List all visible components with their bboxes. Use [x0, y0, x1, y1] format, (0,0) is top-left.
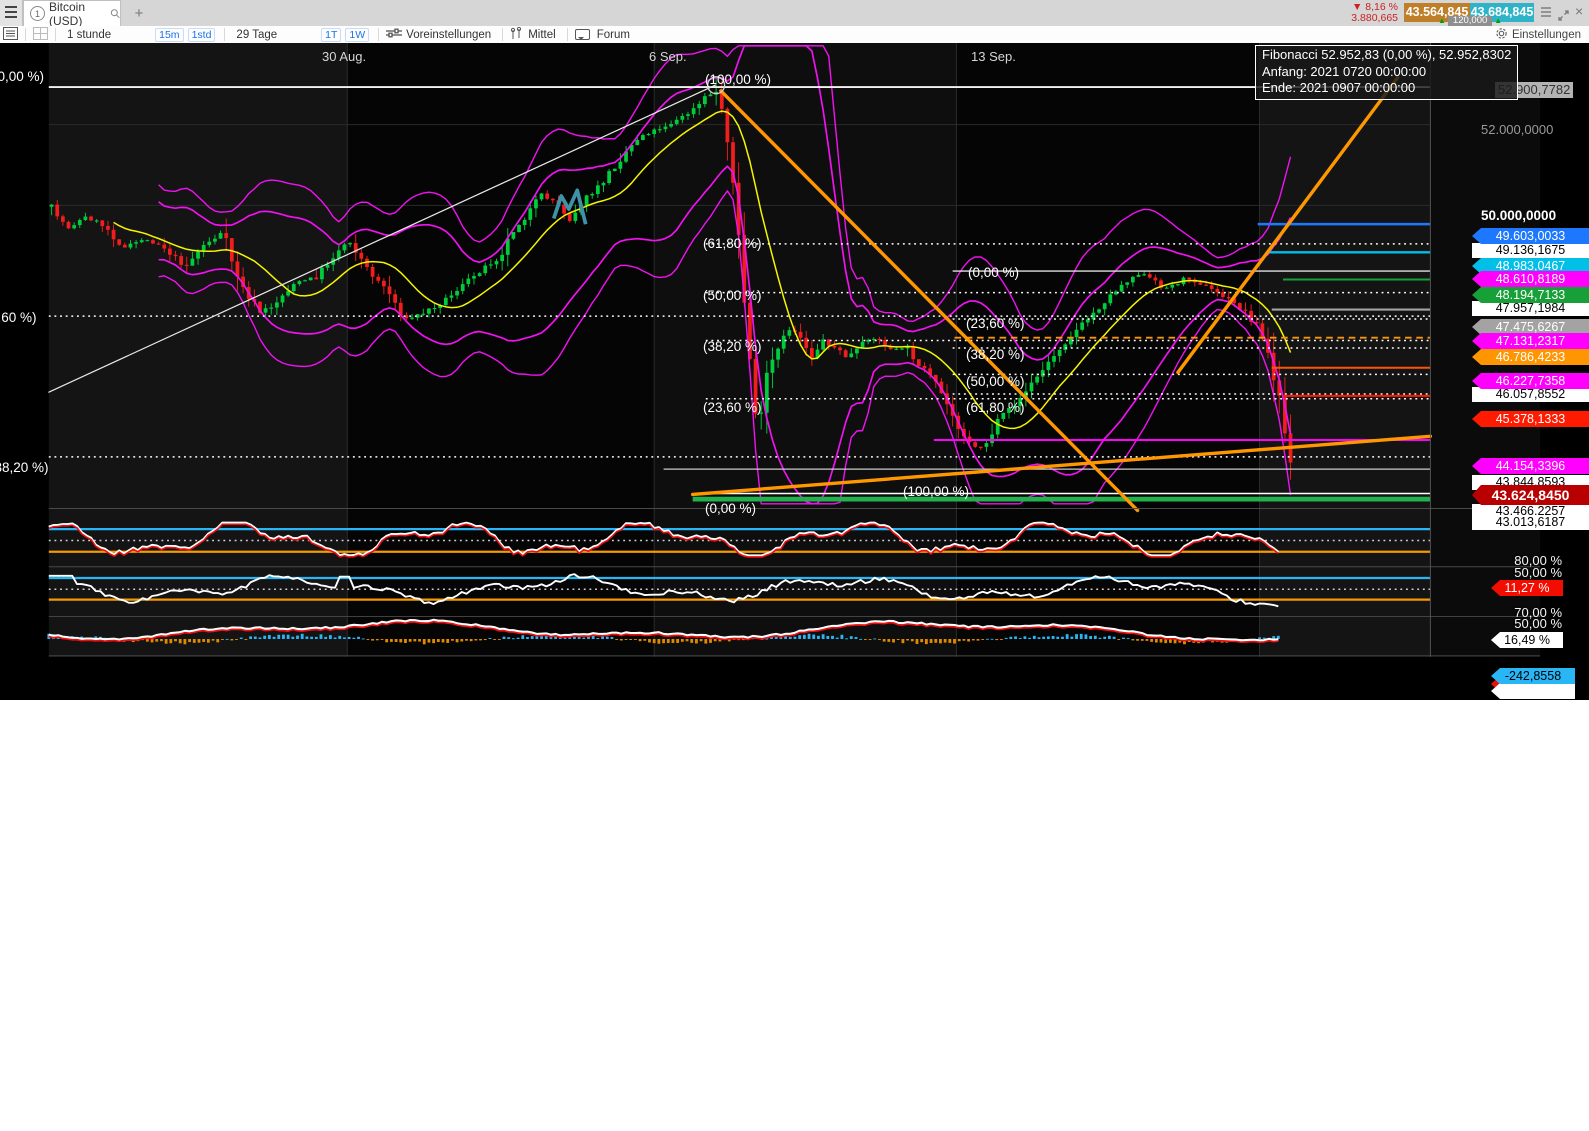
- range-select[interactable]: 29 Tage: [236, 29, 277, 41]
- fib-label: (23,60 %): [703, 400, 762, 415]
- chart-area[interactable]: 30 Aug. 6 Sep. 13 Sep. (0,00 %) (23,60 %) (38…: [0, 43, 1589, 700]
- chart-canvas[interactable]: [0, 43, 1589, 700]
- session-band: [1260, 43, 1431, 657]
- main-menu-button[interactable]: [0, 0, 23, 26]
- up-triangle-icon: ▲: [1494, 16, 1502, 26]
- tab-bar: 1 Bitcoin (USD) + ▼ 8,16 % 3.880,665 43.…: [0, 0, 1589, 27]
- watchlist-icon[interactable]: [3, 27, 18, 43]
- fib-label: (61,80 %): [703, 236, 762, 251]
- range-1w-button[interactable]: 1W: [345, 28, 369, 42]
- fib-label: (38,20 %): [703, 339, 762, 354]
- price-badge: 11,27 %: [1491, 580, 1563, 596]
- presets-sliders-icon[interactable]: [386, 27, 402, 42]
- volume-badge: 120,000: [1448, 16, 1492, 26]
- gear-icon[interactable]: [1495, 27, 1508, 43]
- price-badge: 49.603,0033: [1472, 228, 1589, 244]
- resize-icon[interactable]: [1558, 8, 1569, 26]
- fib-label: (23,60 %): [0, 310, 37, 325]
- quote-change: ▼ 8,16 % 3.880,665: [1344, 2, 1398, 24]
- fib-label: (50,00 %): [966, 374, 1025, 389]
- fib-label: (0,00 %): [968, 265, 1019, 280]
- price-badge: 45.378,1333: [1472, 411, 1589, 427]
- widget-menu-icon[interactable]: [1540, 5, 1552, 24]
- fib-label: (0,00 %): [0, 69, 44, 84]
- panel-percent-label: 50,00 %: [1514, 616, 1562, 631]
- fib-label: (38,20 %): [966, 347, 1025, 362]
- axis-tick: 50.000,0000: [1481, 208, 1556, 223]
- forum-button[interactable]: Forum: [597, 29, 630, 41]
- price-badge: 49.136,1675: [1472, 243, 1589, 258]
- indicators-icon[interactable]: [510, 27, 524, 43]
- price-badge: 48.610,8189: [1472, 271, 1589, 287]
- interval-select[interactable]: 1 stunde: [67, 29, 111, 41]
- fib-label: (50,00 %): [703, 288, 762, 303]
- price-badge: 47.957,1984: [1472, 301, 1589, 316]
- fibonacci-tooltip: Fibonacci 52.952,83 (0,00 %), 52.952,830…: [1255, 45, 1518, 100]
- tab-bitcoin-usd[interactable]: 1 Bitcoin (USD): [23, 0, 121, 26]
- spread-volume: ▲ 120,000 ▲: [1438, 16, 1502, 26]
- fib-label: (100,00 %): [903, 484, 969, 499]
- date-label: 13 Sep.: [971, 49, 1016, 64]
- fib-label: (0,00 %): [705, 501, 756, 516]
- price-badge: 46.057,8552: [1472, 387, 1589, 402]
- settings-button[interactable]: Einstellungen: [1512, 29, 1581, 41]
- session-band: [654, 43, 956, 657]
- tooltip-line3: Ende: 2021 0907 00:00:00: [1262, 80, 1511, 97]
- price-badge: 46.786,4233: [1472, 349, 1589, 365]
- date-label: 30 Aug.: [322, 49, 366, 64]
- interval-15m-button[interactable]: 15m: [155, 28, 183, 42]
- price-badge: 44.154,3396: [1472, 458, 1589, 474]
- presets-button[interactable]: Voreinstellungen: [406, 29, 491, 41]
- price-badge: 47.131,2317: [1472, 333, 1589, 349]
- mittel-button[interactable]: Mittel: [528, 29, 555, 41]
- close-icon[interactable]: ×: [1575, 3, 1583, 19]
- fib-label: (38,20 %): [0, 460, 49, 475]
- price-badge: [1491, 683, 1575, 699]
- fib-label: (23,60 %): [966, 316, 1025, 331]
- tab-number-badge: 1: [30, 6, 45, 21]
- price-badge: 48.194,7133: [1472, 287, 1589, 303]
- forum-icon[interactable]: [575, 29, 590, 40]
- price-badge: 16,49 %: [1491, 632, 1563, 648]
- price-badge: 43.013,6187: [1472, 515, 1589, 530]
- fib-label: (100,00 %): [705, 72, 771, 87]
- price-badge: 46.227,7358: [1472, 373, 1589, 389]
- session-band: [49, 43, 347, 657]
- axis-tick: 52.000,0000: [1481, 122, 1553, 137]
- hamburger-icon: [5, 6, 17, 8]
- price-badge: 47.475,6267: [1472, 319, 1589, 335]
- layout-grid-icon[interactable]: [33, 27, 48, 43]
- price-badge: -242,8558: [1491, 668, 1575, 684]
- up-triangle-icon: ▲: [1438, 16, 1446, 26]
- tooltip-line2: Anfang: 2021 0720 00:00:00: [1262, 64, 1511, 81]
- trading-app-window: 1 Bitcoin (USD) + ▼ 8,16 % 3.880,665 43.…: [0, 0, 1589, 1131]
- tooltip-line1: Fibonacci 52.952,83 (0,00 %), 52.952,830…: [1262, 47, 1511, 64]
- panel-percent-label: 50,00 %: [1514, 565, 1562, 580]
- range-1t-button[interactable]: 1T: [321, 28, 341, 42]
- interval-1std-button[interactable]: 1std: [188, 28, 216, 42]
- tab-title: Bitcoin (USD): [49, 0, 106, 28]
- add-tab-button[interactable]: +: [128, 4, 150, 24]
- price-badge: 43.624,8450: [1472, 485, 1589, 505]
- search-icon[interactable]: [110, 7, 120, 20]
- chart-toolbar: 1 stunde 15m 1std 29 Tage 1T 1W Voreinst…: [0, 26, 1589, 44]
- fib-label: (61,80 %): [966, 400, 1025, 415]
- date-label: 6 Sep.: [649, 49, 687, 64]
